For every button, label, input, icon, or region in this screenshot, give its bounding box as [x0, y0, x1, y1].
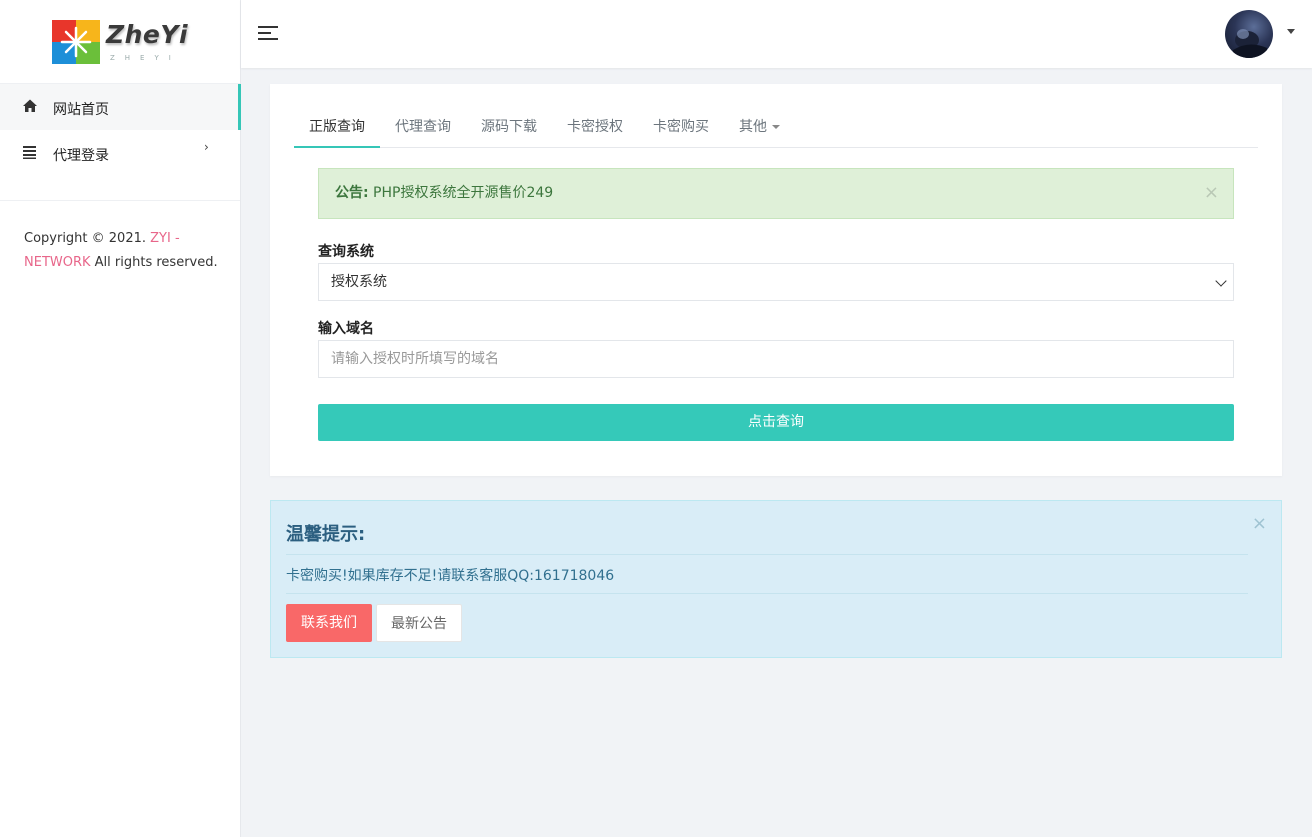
tab-source-download[interactable]: 源码下载 — [481, 108, 537, 148]
announcement-alert: 公告: PHP授权系统全开源售价249 × — [318, 168, 1234, 219]
system-select[interactable]: 授权系统 — [318, 263, 1234, 301]
copyright: Copyright © 2021. ZYI - NETWORK All righ… — [24, 227, 224, 275]
sidebar: ZheYi ZHEYI 网站首页 代理登录 › Copyright © 2021… — [0, 0, 241, 837]
divider — [286, 593, 1248, 594]
tab-other[interactable]: 其他 — [739, 108, 780, 148]
notice-text: PHP授权系统全开源售价249 — [368, 185, 554, 201]
chevron-down-icon — [1215, 275, 1227, 287]
hamburger-icon[interactable] — [258, 25, 278, 41]
select-value: 授权系统 — [331, 274, 387, 290]
brand-subtitle: ZHEYI — [110, 54, 181, 62]
divider — [286, 554, 1248, 555]
sidebar-item-label: 网站首页 — [53, 102, 109, 118]
tips-alert: 温馨提示: × 卡密购买!如果库存不足!请联系客服QQ:161718046 联系… — [270, 500, 1282, 658]
tips-title: 温馨提示: — [286, 524, 366, 545]
chevron-down-icon[interactable] — [1287, 29, 1295, 34]
tab-agent-query[interactable]: 代理查询 — [395, 108, 451, 148]
logo-icon — [52, 20, 100, 64]
query-button[interactable]: 点击查询 — [318, 404, 1234, 441]
chevron-right-icon: › — [204, 140, 209, 154]
caret-down-icon — [772, 125, 780, 129]
logo[interactable]: ZheYi ZHEYI — [0, 0, 240, 84]
contact-us-button[interactable]: 联系我们 — [286, 604, 372, 642]
tab-card-auth[interactable]: 卡密授权 — [567, 108, 623, 148]
brand-name: ZheYi — [106, 20, 189, 49]
tips-text: 卡密购买!如果库存不足!请联系客服QQ:161718046 — [286, 568, 615, 584]
tab-genuine-query[interactable]: 正版查询 — [294, 108, 380, 148]
sidebar-item-home[interactable]: 网站首页 — [0, 84, 241, 130]
copyright-suffix: All rights reserved. — [90, 255, 218, 270]
sidebar-item-agent-login[interactable]: 代理登录 › — [0, 130, 241, 176]
system-label: 查询系统 — [318, 244, 374, 260]
close-icon[interactable]: × — [1204, 169, 1219, 217]
query-card: 正版查询 代理查询 源码下载 卡密授权 卡密购买 其他 公告: PHP授权系统全… — [270, 84, 1282, 476]
avatar-image — [1233, 29, 1267, 58]
divider — [0, 200, 240, 201]
topbar — [241, 0, 1312, 68]
close-icon[interactable]: × — [1252, 513, 1267, 534]
home-icon — [23, 99, 37, 112]
copyright-prefix: Copyright © 2021. — [24, 231, 151, 246]
tabs: 正版查询 代理查询 源码下载 卡密授权 卡密购买 其他 — [294, 108, 1258, 148]
domain-input[interactable]: 请输入授权时所填写的域名 — [318, 340, 1234, 378]
domain-placeholder: 请输入授权时所填写的域名 — [331, 351, 499, 367]
notice-label: 公告: — [335, 185, 369, 201]
list-icon — [23, 146, 36, 159]
user-avatar[interactable] — [1225, 10, 1273, 58]
sidebar-item-label: 代理登录 — [53, 148, 109, 164]
latest-notice-button[interactable]: 最新公告 — [376, 604, 462, 642]
domain-label: 输入域名 — [318, 321, 374, 337]
tab-card-buy[interactable]: 卡密购买 — [653, 108, 709, 148]
